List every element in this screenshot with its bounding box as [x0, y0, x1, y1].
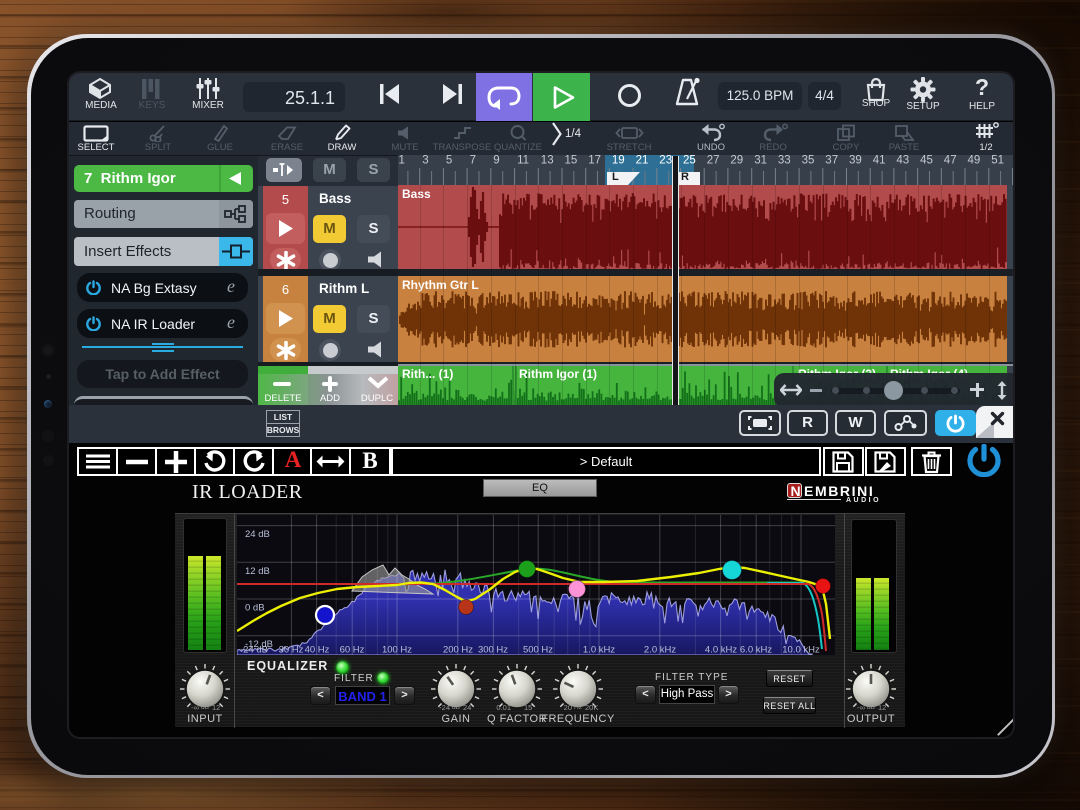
svg-text:17: 17 — [588, 155, 601, 167]
svg-text:43: 43 — [896, 155, 909, 167]
svg-text:15: 15 — [565, 155, 578, 167]
svg-text:24 dB: 24 dB — [245, 529, 270, 540]
svg-text:10.0 kHz: 10.0 kHz — [782, 645, 820, 656]
svg-text:7: 7 — [470, 155, 476, 167]
svg-text:-24 dB: -24 dB — [240, 645, 268, 656]
svg-text:0 dB: 0 dB — [245, 603, 265, 614]
svg-text:500 Hz: 500 Hz — [523, 645, 553, 656]
svg-text:100 Hz: 100 Hz — [382, 645, 412, 656]
svg-text:11: 11 — [517, 155, 529, 167]
svg-text:3: 3 — [422, 155, 428, 167]
svg-text:30 Hz: 30 Hz — [279, 645, 304, 656]
svg-text:L: L — [612, 171, 619, 183]
svg-text:12 dB: 12 dB — [245, 566, 270, 577]
svg-text:33: 33 — [778, 155, 791, 167]
svg-text:13: 13 — [541, 155, 554, 167]
svg-text:1: 1 — [399, 155, 405, 167]
svg-text:39: 39 — [849, 155, 862, 167]
svg-text:25: 25 — [683, 155, 696, 167]
svg-text:21: 21 — [636, 155, 649, 167]
svg-text:6.0 kHz: 6.0 kHz — [740, 645, 772, 656]
svg-text:49: 49 — [968, 155, 981, 167]
svg-text:1.0 kHz: 1.0 kHz — [583, 645, 615, 656]
svg-text:300 Hz: 300 Hz — [478, 645, 508, 656]
svg-text:40 Hz: 40 Hz — [305, 645, 330, 656]
svg-text:37: 37 — [825, 155, 838, 167]
svg-text:31: 31 — [754, 155, 767, 167]
svg-text:45: 45 — [920, 155, 933, 167]
svg-text:35: 35 — [802, 155, 815, 167]
svg-text:23: 23 — [659, 155, 672, 167]
svg-text:200 Hz: 200 Hz — [443, 645, 473, 656]
svg-text:60 Hz: 60 Hz — [340, 645, 365, 656]
svg-text:51: 51 — [991, 155, 1004, 167]
svg-text:4.0 kHz: 4.0 kHz — [705, 645, 737, 656]
svg-text:29: 29 — [730, 155, 743, 167]
svg-text:9: 9 — [493, 155, 499, 167]
svg-text:27: 27 — [707, 155, 720, 167]
svg-text:41: 41 — [873, 155, 886, 167]
svg-text:5: 5 — [446, 155, 452, 167]
svg-text:2.0 kHz: 2.0 kHz — [644, 645, 676, 656]
svg-text:47: 47 — [944, 155, 957, 167]
svg-text:19: 19 — [612, 155, 625, 167]
svg-text:R: R — [681, 171, 689, 183]
